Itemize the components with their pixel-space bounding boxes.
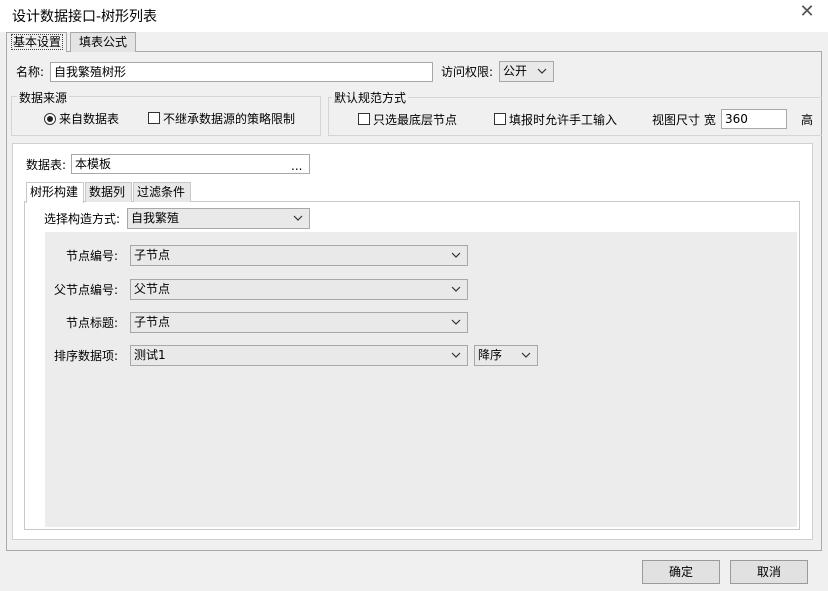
tab-data-columns-label: 数据列 [89, 185, 126, 199]
chevron-down-icon [451, 280, 463, 299]
view-height-label: 高 [801, 113, 814, 127]
sort-order-select[interactable]: 降序 [474, 345, 538, 366]
tab-filter-conditions-label: 过滤条件 [137, 185, 186, 199]
data-table-label: 数据表: [26, 158, 67, 172]
cancel-button[interactable]: 取消 [730, 560, 808, 584]
method-label: 选择构造方式: [44, 212, 121, 226]
view-size-label: 视图尺寸 宽 [652, 113, 716, 127]
node-id-label: 节点编号: [66, 249, 119, 263]
access-label: 访问权限: [441, 65, 494, 79]
node-title-select[interactable]: 子节点 [130, 312, 468, 333]
data-table-value: 本模板 [75, 157, 112, 171]
chevron-down-icon [293, 209, 305, 228]
chevron-down-icon [537, 62, 549, 81]
tab-tree-build[interactable]: 树形构建 [26, 182, 84, 203]
tab-fill-formula[interactable]: 填表公式 [70, 32, 136, 52]
browse-button[interactable]: ... [291, 158, 302, 174]
from-table-radio[interactable] [44, 113, 56, 125]
chevron-down-icon [451, 246, 463, 265]
access-select-value: 公开 [503, 64, 528, 78]
name-field[interactable]: 自我繁殖树形 [50, 62, 433, 82]
manual-input-label: 填报时允许手工输入 [509, 113, 618, 127]
sort-label: 排序数据项: [54, 349, 119, 363]
method-select[interactable]: 自我繁殖 [127, 208, 310, 229]
chevron-down-icon [521, 346, 533, 365]
parent-id-select[interactable]: 父节点 [130, 279, 468, 300]
sort-field-select-value: 测试1 [134, 348, 166, 362]
data-table-field[interactable]: 本模板 [71, 154, 310, 174]
chevron-down-icon [451, 313, 463, 332]
tree-fields-box [45, 232, 797, 527]
radio-dot-icon [47, 116, 53, 122]
chevron-down-icon [451, 346, 463, 365]
tab-tree-build-label: 树形构建 [30, 185, 79, 199]
method-select-value: 自我繁殖 [131, 211, 180, 225]
tab-data-columns[interactable]: 数据列 [85, 182, 132, 202]
no-inherit-checkbox[interactable] [148, 112, 160, 124]
close-icon[interactable]: ✕ [796, 2, 818, 24]
sort-order-select-value: 降序 [478, 348, 503, 362]
default-mode-title: 默认规范方式 [332, 89, 409, 106]
access-select[interactable]: 公开 [499, 61, 554, 82]
tab-fill-formula-label: 填表公式 [79, 35, 128, 49]
from-table-label: 来自数据表 [59, 112, 120, 126]
no-inherit-label: 不继承数据源的策略限制 [163, 112, 296, 126]
parent-id-select-value: 父节点 [134, 282, 171, 296]
parent-id-label: 父节点编号: [54, 283, 119, 297]
manual-input-checkbox[interactable] [494, 113, 506, 125]
node-id-select-value: 子节点 [134, 248, 171, 262]
view-width-field[interactable]: 360 [721, 109, 787, 129]
name-label: 名称: [16, 65, 45, 79]
window-title: 设计数据接口-树形列表 [12, 9, 158, 25]
sort-field-select[interactable]: 测试1 [130, 345, 468, 366]
tab-filter-conditions[interactable]: 过滤条件 [133, 182, 191, 202]
only-leaf-label: 只选最底层节点 [373, 113, 458, 127]
ok-button[interactable]: 确定 [642, 560, 720, 584]
tab-basic-settings-label: 基本设置 [11, 34, 64, 50]
tab-basic-settings[interactable]: 基本设置 [6, 32, 67, 52]
only-leaf-checkbox[interactable] [358, 113, 370, 125]
node-title-select-value: 子节点 [134, 315, 171, 329]
data-source-title: 数据来源 [17, 89, 70, 106]
node-id-select[interactable]: 子节点 [130, 245, 468, 266]
node-title-label: 节点标题: [66, 316, 119, 330]
